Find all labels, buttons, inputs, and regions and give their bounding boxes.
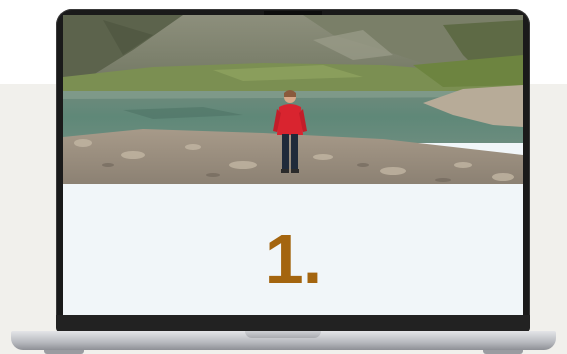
lake-photo: [63, 15, 523, 184]
slide-panel: 1.: [63, 184, 523, 315]
laptop-foot-left: [44, 350, 84, 354]
laptop-foot-right: [483, 350, 523, 354]
screen-bottom-bezel: [56, 315, 530, 332]
step-number: 1.: [264, 219, 322, 298]
person-at-alpine-lake-photo: [63, 15, 523, 184]
laptop-screen: 1.: [63, 15, 523, 315]
trackpad-notch: [245, 331, 321, 338]
laptop-base: [11, 331, 556, 350]
